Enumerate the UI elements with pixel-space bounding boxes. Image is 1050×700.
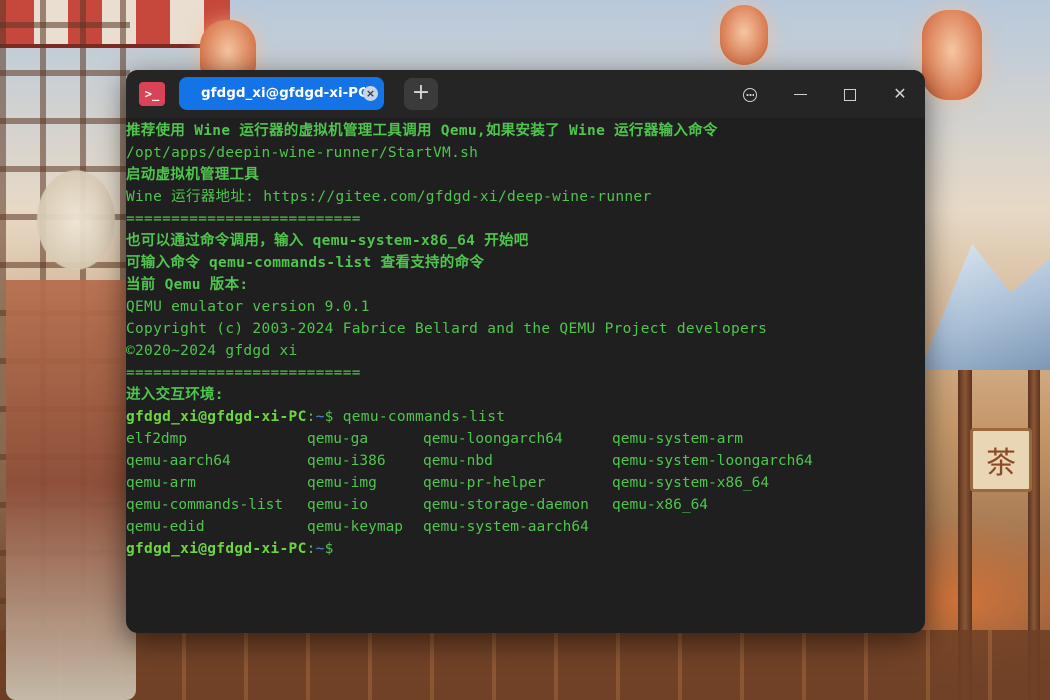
add-tab-button[interactable]: + — [404, 78, 438, 110]
wallpaper-lantern — [720, 5, 768, 65]
minimize-button[interactable] — [787, 82, 813, 106]
wallpaper-floor — [0, 630, 1050, 700]
command-item: qemu-system-loongarch64 — [612, 453, 813, 469]
prompt-line: gfdgd_xi@gfdgd-xi-PC:~$ — [126, 538, 925, 560]
command-row: qemu-aarch64 qemu-i386 qemu-nbd qemu-sys… — [126, 450, 925, 472]
minimize-icon — [793, 93, 807, 96]
output-line: Copyright (c) 2003-2024 Fabrice Bellard … — [126, 321, 768, 337]
command-item: qemu-io — [307, 497, 369, 513]
wallpaper-mountain — [920, 244, 1050, 370]
output-line: QEMU emulator version 9.0.1 — [126, 299, 370, 315]
output-line: Wine 运行器地址: https://gitee.com/gfdgd-xi/d… — [126, 189, 652, 205]
command-item: qemu-keymap — [307, 519, 404, 535]
prompt-separator: : — [306, 541, 316, 557]
output-line: ========================== — [126, 365, 361, 381]
close-window-button[interactable]: ✕ — [887, 82, 913, 106]
output-line: 可输入命令 qemu-commands-list 查看支持的命令 — [126, 255, 485, 271]
command-row: qemu-arm qemu-img qemu-pr-helper qemu-sy… — [126, 472, 925, 494]
command-item: qemu-arm — [126, 475, 196, 491]
command-item: qemu-system-aarch64 — [423, 519, 589, 535]
text-cursor — [334, 538, 342, 553]
command-item: qemu-system-arm — [612, 431, 743, 447]
command-item: qemu-edid — [126, 519, 205, 535]
command-item: elf2dmp — [126, 431, 188, 447]
wallpaper-lantern — [922, 10, 982, 100]
tab-close-icon[interactable]: × — [363, 86, 378, 101]
command-item: qemu-img — [307, 475, 377, 491]
command-item: qemu-commands-list — [126, 497, 284, 513]
prompt-path: ~ — [315, 541, 325, 557]
wallpaper-tea-sign: 茶 — [970, 428, 1032, 492]
terminal-window: >_ gfdgd_xi@gfdgd-xi-PC: ~ × + ✕ 推荐使用 Wi… — [126, 70, 925, 633]
menu-icon — [743, 87, 757, 102]
prompt-symbol: $ — [324, 409, 334, 425]
command-item: qemu-pr-helper — [423, 475, 546, 491]
output-line: 进入交互环境: — [126, 387, 224, 403]
wallpaper-character — [6, 160, 136, 700]
output-line: ========================== — [126, 211, 361, 227]
maximize-button[interactable] — [837, 82, 863, 106]
window-menu-button[interactable] — [737, 82, 763, 106]
command-item: qemu-loongarch64 — [423, 431, 563, 447]
command-row: elf2dmp qemu-ga qemu-loongarch64 qemu-sy… — [126, 428, 925, 450]
prompt-separator: : — [306, 409, 316, 425]
title-bar: >_ gfdgd_xi@gfdgd-xi-PC: ~ × + ✕ — [126, 70, 925, 118]
terminal-output[interactable]: 推荐使用 Wine 运行器的虚拟机管理工具调用 Qemu,如果安装了 Wine … — [126, 120, 925, 630]
output-line: 也可以通过命令调用，输入 qemu-system-x86_64 开始吧 — [126, 233, 529, 249]
command-item: qemu-nbd — [423, 453, 493, 469]
output-line: ©2020~2024 gfdgd xi — [126, 343, 298, 359]
prompt-user: gfdgd_xi@gfdgd-xi-PC — [126, 409, 307, 425]
command-item: qemu-x86_64 — [612, 497, 709, 513]
output-line: /opt/apps/deepin-wine-runner/StartVM.sh — [126, 145, 479, 161]
prompt-symbol: $ — [324, 541, 334, 557]
terminal-app-icon[interactable]: >_ — [139, 82, 165, 106]
prompt-path: ~ — [315, 409, 325, 425]
typed-command: qemu-commands-list — [333, 409, 506, 425]
command-row: qemu-commands-list qemu-io qemu-storage-… — [126, 494, 925, 516]
maximize-icon — [844, 88, 856, 101]
command-row: qemu-edid qemu-keymap qemu-system-aarch6… — [126, 516, 925, 538]
command-item: qemu-storage-daemon — [423, 497, 589, 513]
tab-title: gfdgd_xi@gfdgd-xi-PC: ~ — [201, 85, 365, 101]
prompt-line: gfdgd_xi@gfdgd-xi-PC:~$ qemu-commands-li… — [126, 406, 925, 428]
command-item: qemu-ga — [307, 431, 369, 447]
output-line: 启动虚拟机管理工具 — [126, 167, 260, 183]
command-item: qemu-i386 — [307, 453, 386, 469]
command-item: qemu-system-x86_64 — [612, 475, 770, 491]
output-line: 推荐使用 Wine 运行器的虚拟机管理工具调用 Qemu,如果安装了 Wine … — [126, 123, 718, 139]
output-line: 当前 Qemu 版本: — [126, 277, 249, 293]
tab-terminal[interactable]: gfdgd_xi@gfdgd-xi-PC: ~ × — [179, 77, 384, 110]
command-item: qemu-aarch64 — [126, 453, 231, 469]
